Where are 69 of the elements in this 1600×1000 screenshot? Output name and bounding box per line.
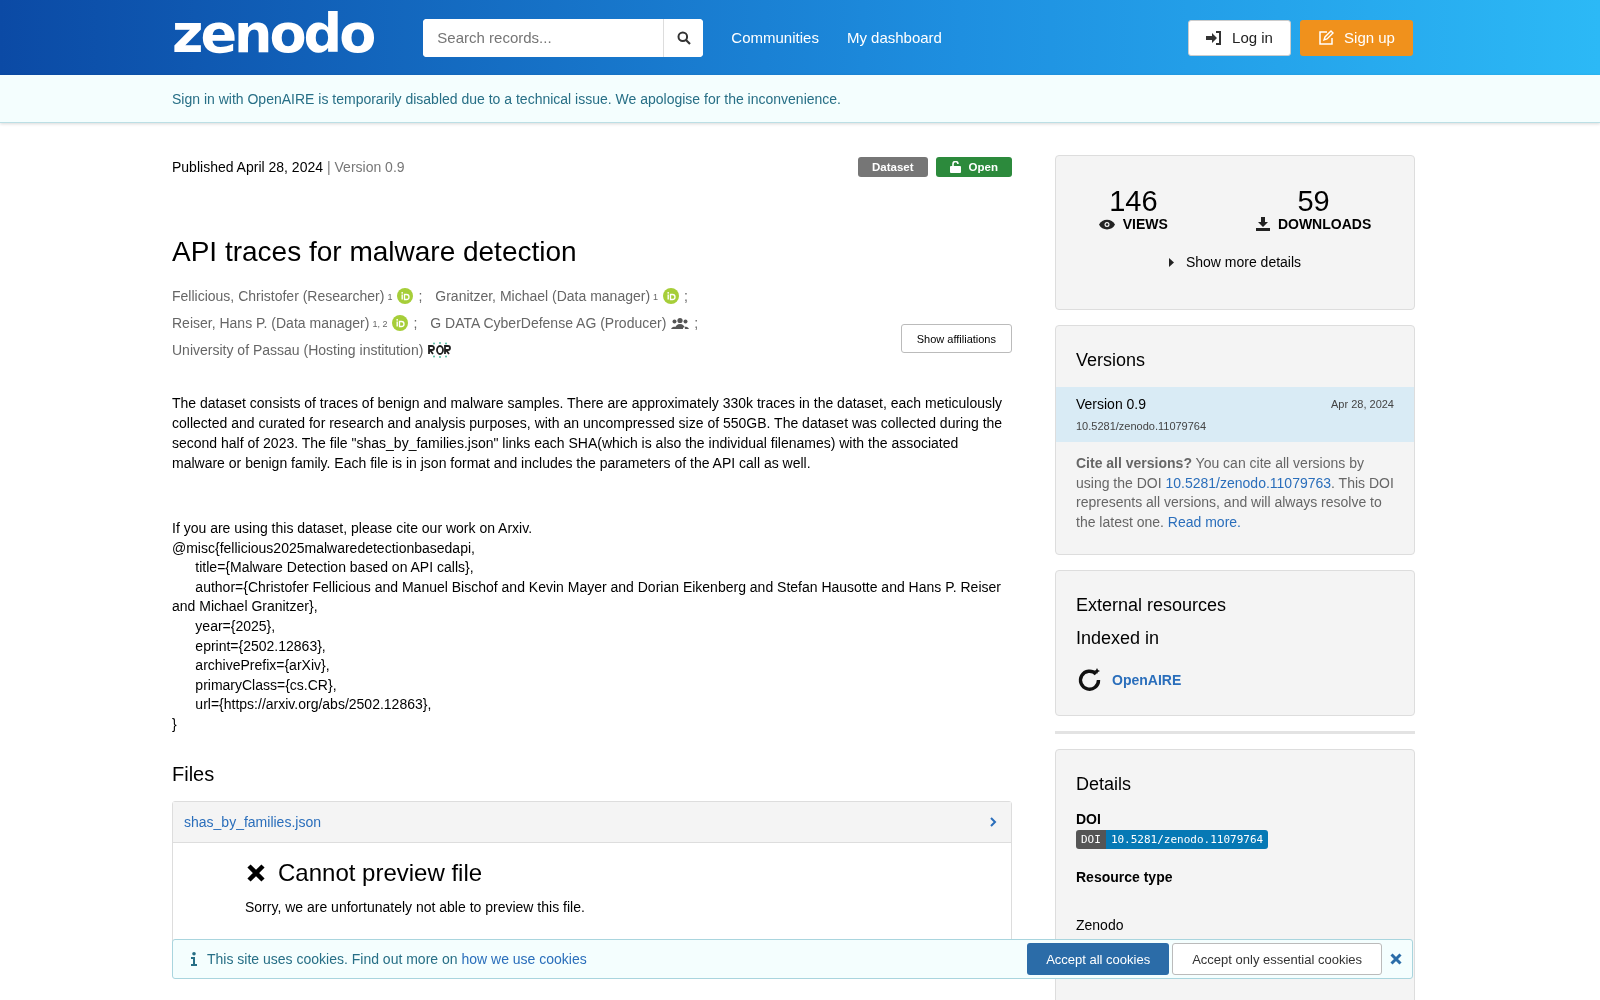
separator: ; [413, 314, 418, 331]
eye-icon [1098, 218, 1115, 230]
close-icon [246, 862, 266, 883]
creator-name[interactable]: Granitzer, Michael (Data manager) [435, 287, 651, 304]
separator: ; [684, 287, 688, 304]
sign-in-icon [1206, 30, 1223, 45]
ror-icon [428, 341, 453, 358]
publication-date: Published April 28, 2024 [172, 159, 323, 175]
search-field[interactable]: Search records... [423, 18, 704, 57]
close-icon [1390, 953, 1402, 965]
show-affiliations-button[interactable]: Show affiliations [900, 324, 1012, 353]
chevron-right-icon[interactable] [989, 815, 997, 828]
indexed-in-heading: Indexed in [1075, 627, 1161, 651]
versions-heading: Versions [1075, 349, 1147, 372]
caret-icon [1168, 257, 1174, 267]
info-icon [191, 952, 197, 966]
close-button[interactable] [1388, 951, 1404, 967]
stat-value: 146 [1109, 186, 1158, 216]
affiliation-number: 1 [653, 291, 659, 302]
openaire-link[interactable]: OpenAIRE [1112, 672, 1182, 689]
separator: ; [694, 314, 699, 331]
preview-title: Cannot preview file [278, 858, 483, 887]
group-icon [671, 316, 690, 329]
nav-link[interactable]: Communities [731, 29, 819, 46]
file-link[interactable]: shas_by_families.json [184, 813, 321, 830]
version-label: | Version 0.9 [327, 159, 405, 175]
orcid-icon [392, 314, 409, 331]
cite-versions-text: Cite all versions? You can cite all versions by using the DOI 10.5281/zenodo.11079763. This DOI represents all versions, and will always resolve to the latest one. Read more. [1075, 454, 1395, 532]
orcid-icon [663, 287, 680, 304]
logo[interactable]: zenodo [172, 5, 378, 62]
doi-label: DOI [1075, 811, 1102, 828]
affiliation-number: 1, 2 [372, 318, 388, 329]
description-text: The dataset consists of traces of benign and malware samples. There are approximately 330k traces in the dataset, each meticulously collected and curated for research and analysis purposes, with an uncompressed size of 550GB. The dataset was collected during the second half of 2023. The file "shas_by_families.json" links each SHA(which is also the individual filenames) with the associated malware or benign family. Each file is in json format and includes the parameters of the API call as well. [172, 394, 1004, 473]
show-more-link[interactable]: Show more details [1185, 254, 1302, 270]
edit-icon [1318, 29, 1335, 46]
cookie-policy-link[interactable]: how we use cookies [461, 951, 587, 967]
citation-text: If you are using this dataset, please cite our work on Arxiv. @misc{fellicious2025malwaredetectionbasedapi, title={Malware Detection based on API calls}, author={Christofer Fellicious and Manuel Bischof and Kevin Mayer and Dorian Eikenberg and Stefan Hausotte and Hans P. Reiser and Michael Granitzer}, year={2025}, eprint={2502.12863}, archivePrefix={arXiv}, primaryClass={cs.CR}, url={https://arxiv.org/abs/2502.12863}, } [172, 519, 1002, 734]
creator-name[interactable]: Fellicious, Christofer (Researcher) [172, 287, 385, 304]
stat-label: VIEWS [1122, 216, 1168, 232]
login-button[interactable]: Log in [1188, 19, 1291, 56]
download-icon [1255, 217, 1270, 231]
affiliation-number: 1 [387, 291, 393, 302]
nav-link[interactable]: My dashboard [846, 29, 942, 46]
unlock-icon [949, 161, 961, 173]
preview-message: Sorry, we are unfortunately not able to preview this file. [245, 898, 585, 915]
read-more-link[interactable]: Read more. [1167, 513, 1241, 530]
creator-name[interactable]: University of Passau (Hosting institution) [172, 341, 424, 358]
version-item[interactable]: Version 0.9 Apr 28, 2024 10.5281/zenodo.11079764 [1056, 387, 1414, 442]
details-heading: Details [1075, 773, 1133, 797]
access-badge: Open [935, 157, 1012, 177]
search-button[interactable] [663, 18, 704, 57]
search-icon [676, 30, 691, 45]
record-title: API traces for malware detection [172, 236, 578, 268]
publisher-value: Zenodo [1075, 917, 1125, 934]
cookie-text: This site uses cookies. Find out more on how we use cookies [207, 951, 587, 967]
stat-label: DOWNLOADS [1277, 216, 1372, 232]
resource-type-label: Resource type [1075, 869, 1174, 886]
notice-text: Sign in with OpenAIRE is temporarily disabled due to a technical issue. We apologise for the inconvenience. [172, 90, 841, 107]
accept-all-button[interactable]: Accept all cookies [1027, 943, 1170, 975]
accept-essential-button[interactable]: Accept only essential cookies [1172, 943, 1382, 975]
creator-name[interactable]: G DATA CyberDefense AG (Producer) [430, 314, 667, 331]
files-heading: Files [172, 762, 216, 786]
external-resources-heading: External resources [1075, 594, 1228, 618]
creator-name[interactable]: Reiser, Hans P. (Data manager) [172, 314, 370, 331]
stat-value: 59 [1297, 186, 1330, 216]
separator: ; [418, 287, 423, 304]
resource-type-badge: Dataset [858, 157, 928, 177]
openaire-icon [1076, 667, 1102, 694]
orcid-icon [397, 287, 414, 304]
